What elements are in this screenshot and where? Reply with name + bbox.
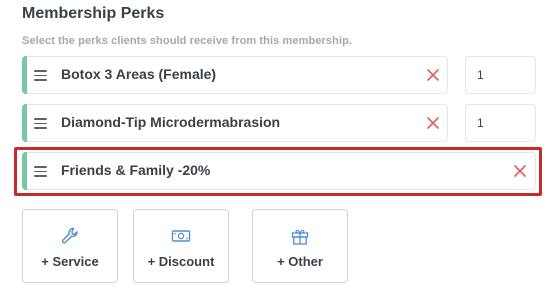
- perk-row: Botox 3 Areas (Female): [22, 56, 448, 94]
- drag-handle-icon[interactable]: [34, 70, 47, 81]
- wrench-icon: [60, 226, 80, 246]
- perk-quantity-input[interactable]: [465, 104, 536, 142]
- add-service-label: + Service: [41, 254, 99, 269]
- perks-title: Membership Perks: [22, 5, 165, 22]
- add-discount-button[interactable]: + Discount: [133, 209, 229, 283]
- add-other-label: + Other: [277, 254, 323, 269]
- drag-handle-icon[interactable]: [34, 118, 47, 129]
- perks-subtitle: Select the perks clients should receive …: [22, 35, 353, 47]
- perk-row: Diamond-Tip Microdermabrasion: [22, 104, 448, 142]
- add-discount-label: + Discount: [147, 254, 215, 269]
- close-icon: [427, 117, 439, 129]
- add-service-button[interactable]: + Service: [22, 209, 118, 283]
- perk-name: Botox 3 Areas (Female): [61, 66, 217, 82]
- remove-perk-button[interactable]: [426, 116, 440, 130]
- cash-icon: [171, 226, 191, 246]
- perk-accent-bar: [22, 104, 27, 142]
- remove-perk-button[interactable]: [426, 68, 440, 82]
- perk-name: Diamond-Tip Microdermabrasion: [61, 114, 281, 130]
- highlight-box: [14, 147, 542, 196]
- close-icon: [427, 69, 439, 81]
- gift-icon: [290, 226, 310, 246]
- perk-accent-bar: [22, 56, 27, 94]
- add-other-button[interactable]: + Other: [252, 209, 348, 283]
- perk-quantity-input[interactable]: [465, 56, 536, 94]
